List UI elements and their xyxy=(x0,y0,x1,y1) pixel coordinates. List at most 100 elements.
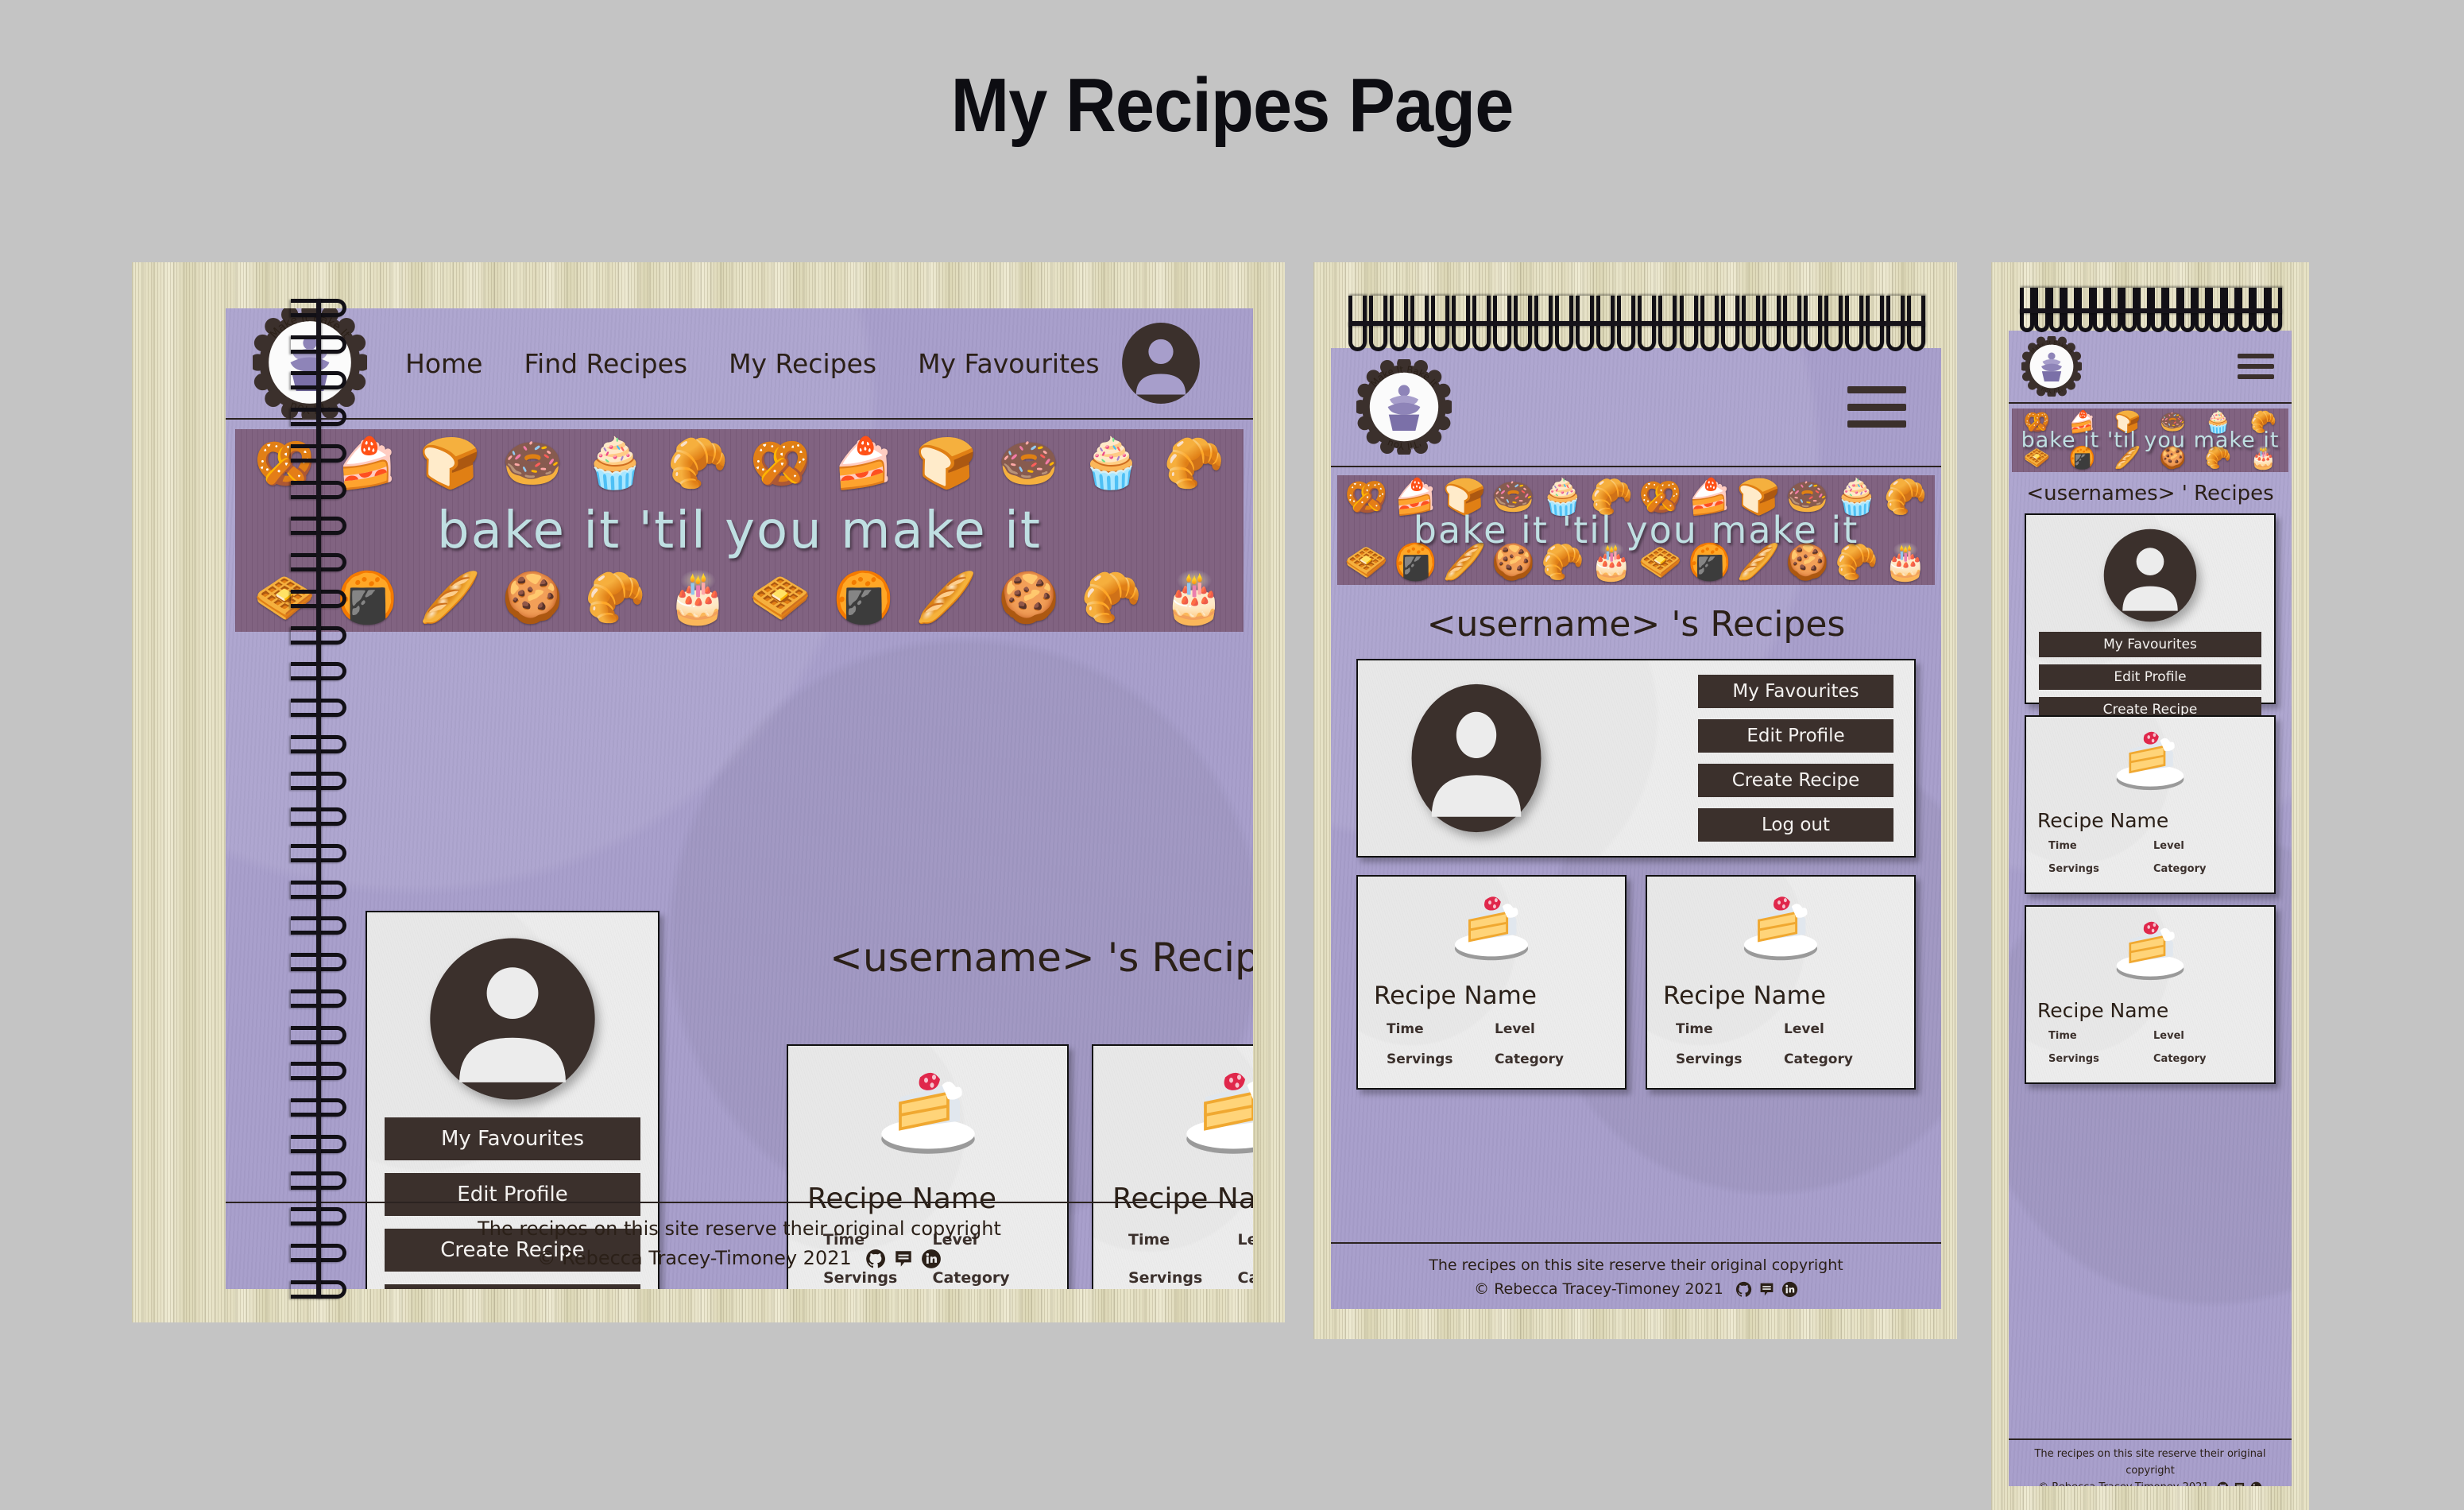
meta-level: Level xyxy=(1495,1021,1603,1037)
footer-author: © Rebecca Tracey-Timoney 2021 xyxy=(2038,1481,2209,1486)
user-avatar-icon xyxy=(427,933,598,1105)
footer-author: © Rebecca Tracey-Timoney 2021 xyxy=(1474,1280,1723,1298)
site-header-tablet: Make It Bake It 'Til You xyxy=(1331,348,1941,467)
shortcake-slice-icon xyxy=(803,1059,1053,1170)
recipe-cards-row-tablet: Recipe Name Time Level Servings Category xyxy=(1356,875,1916,1090)
nav-link-find-recipes[interactable]: Find Recipes xyxy=(524,348,687,379)
edit-profile-button[interactable]: Edit Profile xyxy=(2039,664,2261,690)
log-out-button[interactable]: Log out xyxy=(1698,808,1893,842)
mobile-mockup: Make It Bake It 'Til You 🥨 🍰 🍞 🍩 xyxy=(1991,262,2309,1510)
site-footer-tablet: The recipes on this site reserve their o… xyxy=(1331,1242,1941,1309)
recipe-meta: Time Level Servings Category xyxy=(1387,1021,1603,1067)
recipe-name: Recipe Name xyxy=(1663,982,1903,1010)
banner-tagline: bake it 'til you make it xyxy=(235,501,1244,560)
cookie-icon: 🍪 xyxy=(998,573,1059,622)
recipe-meta: Time Level Servings Category xyxy=(1676,1021,1892,1067)
shortcake-slice-icon xyxy=(1108,1059,1253,1170)
github-icon[interactable] xyxy=(1735,1281,1752,1298)
notebook-page-tablet: Make It Bake It 'Til You 🥨 🍰 🍞 🍩 xyxy=(1331,348,1941,1309)
nav-link-my-recipes[interactable]: My Recipes xyxy=(729,348,876,379)
linkedin-icon[interactable] xyxy=(1781,1281,1798,1298)
page-heading-desktop: <username> 's Recipes xyxy=(830,935,1253,981)
cookie-icon: 🍪 xyxy=(502,573,563,622)
croissant-icon: 🥐 xyxy=(585,573,646,622)
banner-tagline: bake it 'til you make it xyxy=(1337,509,1935,552)
user-avatar-icon[interactable] xyxy=(1120,322,1202,405)
meta-level: Level xyxy=(1784,1021,1892,1037)
recipe-card[interactable]: Recipe Name Time Level Servings Category xyxy=(1646,875,1916,1090)
create-recipe-button[interactable]: Create Recipe xyxy=(1698,764,1893,797)
my-favourites-button[interactable]: My Favourites xyxy=(2039,632,2261,657)
slack-icon[interactable] xyxy=(2234,1481,2245,1486)
notebook-page-desktop: Make It Bake It 'Til You Home Find Recip… xyxy=(226,308,1253,1289)
site-logo[interactable]: Make It Bake It 'Til You xyxy=(1356,359,1452,455)
social-links xyxy=(1728,1281,1798,1298)
banner-bakery-row-top: 🥨 🍰 🍞 🍩 🧁 🥐 🥨 🍰 🍞 🍩 🧁 🥐 xyxy=(243,439,1236,488)
banner-bakery-row-bottom: 🧇 🍘 🥖 🍪 🥐 🎂 🧇 🍘 🥖 🍪 🥐 🎂 xyxy=(243,573,1236,622)
my-favourites-button[interactable]: My Favourites xyxy=(385,1117,640,1160)
meta-time: Time xyxy=(1676,1021,1784,1037)
meta-time: Time xyxy=(2048,1030,2153,1042)
page-title: My Recipes Page xyxy=(99,62,2365,149)
bread-loaf-icon: 🥖 xyxy=(420,573,481,622)
spiral-binding-mobile xyxy=(2020,288,2282,332)
meta-servings: Servings xyxy=(1387,1051,1495,1067)
macaron-icon: 🍘 xyxy=(833,573,894,622)
nav-link-home[interactable]: Home xyxy=(405,348,482,379)
meta-servings: Servings xyxy=(1676,1051,1784,1067)
social-links xyxy=(2212,1481,2262,1486)
hero-banner-desktop: 🥨 🍰 🍞 🍩 🧁 🥐 🥨 🍰 🍞 🍩 🧁 🥐 bake it 'til you… xyxy=(235,429,1244,632)
slack-icon[interactable] xyxy=(893,1249,914,1269)
social-links xyxy=(857,1249,942,1269)
linkedin-icon[interactable] xyxy=(2250,1481,2262,1486)
meta-level: Level xyxy=(2153,1030,2258,1042)
nav-link-my-favourites[interactable]: My Favourites xyxy=(918,348,1099,379)
edit-profile-button[interactable]: Edit Profile xyxy=(1698,719,1893,753)
github-icon[interactable] xyxy=(2217,1481,2229,1486)
meta-time: Time xyxy=(2048,840,2153,852)
meta-category: Category xyxy=(2153,863,2258,875)
spiral-binding-tablet xyxy=(1348,296,1925,351)
meta-servings: Servings xyxy=(2048,863,2153,875)
meta-servings: Servings xyxy=(2048,1053,2153,1065)
my-favourites-button[interactable]: My Favourites xyxy=(1698,675,1893,708)
recipe-name: Recipe Name xyxy=(2037,809,2266,832)
site-header-desktop: Make It Bake It 'Til You Home Find Recip… xyxy=(226,308,1253,420)
recipe-card[interactable]: Recipe Name Time Level Servings Category xyxy=(1356,875,1627,1090)
notebook-page-mobile: Make It Bake It 'Til You 🥨 🍰 🍞 🍩 xyxy=(2009,331,2292,1486)
hamburger-menu-icon[interactable] xyxy=(2238,354,2274,379)
muffin-icon: 🧇 xyxy=(750,573,811,622)
meta-category: Category xyxy=(1784,1051,1892,1067)
meta-time: Time xyxy=(1387,1021,1495,1037)
user-avatar-icon xyxy=(2101,526,2199,625)
profile-card-tablet: My Favourites Edit Profile Create Recipe… xyxy=(1356,659,1916,858)
meta-category: Category xyxy=(2153,1053,2258,1065)
footer-copyright-notice: The recipes on this site reserve their o… xyxy=(2009,1446,2292,1480)
bread-slice-icon: 🍞 xyxy=(420,439,481,488)
footer-author: © Rebecca Tracey-Timoney 2021 xyxy=(537,1247,852,1269)
spiral-binding-desktop xyxy=(291,299,346,1299)
slack-icon[interactable] xyxy=(1758,1281,1775,1298)
recipe-meta: Time Level Servings Category xyxy=(2048,1030,2258,1065)
site-logo[interactable]: Make It Bake It 'Til You xyxy=(2021,336,2082,397)
github-icon[interactable] xyxy=(865,1249,886,1269)
croissant-icon: 🥐 xyxy=(1081,573,1142,622)
bread-loaf-icon: 🥖 xyxy=(915,573,977,622)
cupcake-icon: 🧁 xyxy=(585,439,646,488)
recipe-meta: Time Level Servings Category xyxy=(2048,840,2258,875)
site-header-mobile: Make It Bake It 'Til You xyxy=(2009,331,2292,404)
shortcake-slice-icon xyxy=(2034,723,2266,803)
recipe-name: Recipe Name xyxy=(1374,982,1614,1010)
recipe-card[interactable]: Recipe Name Time Level Servings Category xyxy=(2025,715,2276,894)
cake-slice-icon: 🍰 xyxy=(833,439,894,488)
linkedin-icon[interactable] xyxy=(921,1249,942,1269)
bread-rolls-icon: 🥐 xyxy=(1163,439,1224,488)
site-footer-desktop: The recipes on this site reserve their o… xyxy=(226,1202,1253,1289)
recipe-card[interactable]: Recipe Name Time Level Servings Category xyxy=(2025,905,2276,1084)
main-navigation: Home Find Recipes My Recipes My Favourit… xyxy=(405,348,1100,379)
recipe-name: Recipe Name xyxy=(2037,999,2266,1022)
hamburger-menu-icon[interactable] xyxy=(1847,386,1906,428)
site-footer-mobile: The recipes on this site reserve their o… xyxy=(2009,1438,2292,1486)
cupcake-icon: 🧁 xyxy=(1081,439,1142,488)
meta-category: Category xyxy=(1495,1051,1603,1067)
